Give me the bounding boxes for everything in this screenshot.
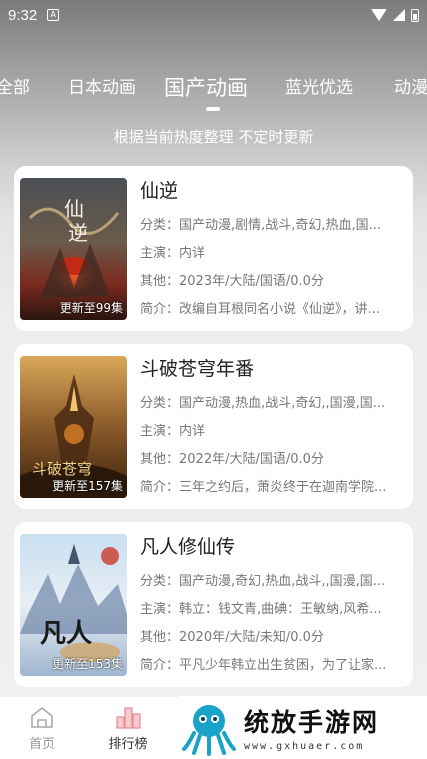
anime-card[interactable]: 斗破苍穹 更新至157集 斗破苍穹年番 分类：国产动漫,热血,战斗,奇幻,,国漫… bbox=[14, 344, 413, 509]
anime-title[interactable]: 斗破苍穹年番 bbox=[140, 354, 408, 384]
battery-icon bbox=[411, 8, 419, 22]
signal-icon bbox=[393, 9, 405, 21]
watermark-title: 统放手游网 bbox=[244, 708, 380, 737]
anime-other: 其他：2022年/大陆/国语/0.0分 bbox=[140, 452, 324, 467]
octopus-logo-icon bbox=[182, 704, 236, 756]
anime-cast: 主演：内详 bbox=[140, 246, 206, 261]
svg-text:斗破苍穹: 斗破苍穹 bbox=[32, 460, 92, 478]
status-bar: 9:32 A bbox=[0, 0, 427, 30]
anime-intro: 简介：三年之约后，萧炎终于在迦南学院... bbox=[140, 480, 387, 495]
anime-cast: 主演：韩立：钱文青,曲碘：王敏纳,风希... bbox=[140, 602, 382, 617]
svg-text:凡人: 凡人 bbox=[40, 619, 92, 649]
svg-text:仙: 仙 bbox=[64, 197, 84, 221]
ranking-icon bbox=[116, 707, 141, 729]
anime-intro: 简介：平凡少年韩立出生贫困，为了让家... bbox=[140, 658, 387, 673]
site-watermark: 统放手游网 www.gxhuaer.com bbox=[178, 696, 427, 759]
anime-title[interactable]: 仙逆 bbox=[140, 176, 408, 206]
list-subtitle: 根据当前热度整理 不定时更新 bbox=[113, 128, 314, 146]
episode-badge: 更新至153集 bbox=[52, 657, 123, 671]
anime-category: 分类：国产动漫,奇幻,热血,战斗,,国漫,国... bbox=[140, 574, 386, 589]
tab-japanese-anime[interactable]: 日本动画 bbox=[68, 68, 136, 108]
anime-card[interactable]: 凡人 更新至153集 凡人修仙传 分类：国产动漫,奇幻,热血,战斗,,国漫,国.… bbox=[14, 522, 413, 687]
episode-badge: 更新至99集 bbox=[59, 301, 123, 315]
nav-ranking-label: 排行榜 bbox=[108, 737, 148, 752]
anime-other: 其他：2020年/大陆/未知/0.0分 bbox=[140, 630, 324, 645]
svg-text:逆: 逆 bbox=[68, 221, 88, 245]
anime-category: 分类：国产动漫,剧情,战斗,奇幻,热血,国... bbox=[140, 218, 382, 233]
watermark-url: www.gxhuaer.com bbox=[244, 741, 365, 752]
tab-all[interactable]: 全部 bbox=[0, 68, 30, 108]
tab-indicator bbox=[206, 107, 220, 111]
nav-home[interactable]: 首页 bbox=[12, 703, 72, 752]
poster-image[interactable]: 仙 逆 更新至99集 bbox=[20, 178, 127, 320]
anime-other: 其他：2023年/大陆/国语/0.0分 bbox=[140, 274, 324, 289]
anime-category: 分类：国产动漫,热血,战斗,奇幻,,国漫,国... bbox=[140, 396, 386, 411]
poster-image[interactable]: 斗破苍穹 更新至157集 bbox=[20, 356, 127, 498]
nav-home-label: 首页 bbox=[28, 737, 55, 752]
status-icons bbox=[371, 8, 419, 22]
tab-bluray-picks[interactable]: 蓝光优选 bbox=[285, 68, 353, 108]
anime-cast: 主演：内详 bbox=[140, 424, 206, 439]
episode-badge: 更新至157集 bbox=[52, 479, 123, 493]
tab-chinese-anime[interactable]: 国产动画 bbox=[164, 68, 248, 108]
nav-ranking[interactable]: 排行榜 bbox=[98, 703, 158, 752]
anime-title[interactable]: 凡人修仙传 bbox=[140, 532, 408, 562]
category-tabs: 全部 日本动画 国产动画 蓝光优选 动漫 bbox=[0, 68, 427, 108]
anime-intro: 简介：改编自耳根同名小说《仙逆》，讲... bbox=[140, 302, 380, 317]
wifi-icon bbox=[371, 9, 387, 21]
home-icon bbox=[31, 707, 53, 728]
notification-icon: A bbox=[47, 9, 60, 21]
status-time: 9:32 bbox=[8, 6, 38, 24]
anime-card[interactable]: 仙 逆 更新至99集 仙逆 分类：国产动漫,剧情,战斗,奇幻,热血,国... 主… bbox=[14, 166, 413, 331]
poster-image[interactable]: 凡人 更新至153集 bbox=[20, 534, 127, 676]
tab-anime[interactable]: 动漫 bbox=[394, 68, 427, 108]
